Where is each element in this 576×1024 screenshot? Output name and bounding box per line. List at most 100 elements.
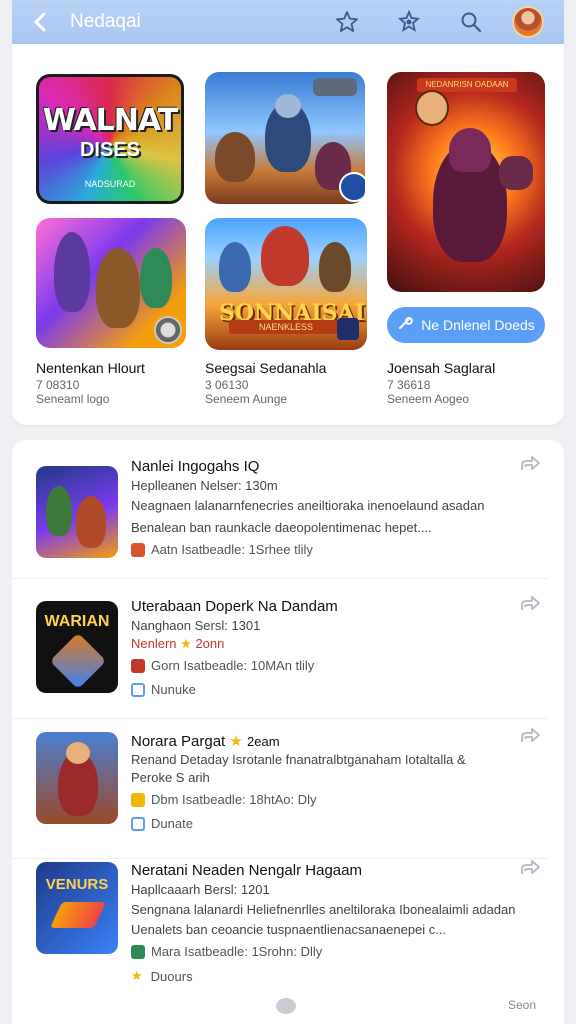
game-id: 3 06130 (205, 378, 249, 392)
rating-label: Nenlern (131, 636, 177, 651)
enemy-figure (215, 132, 255, 182)
tile-subtitle: NAENKLESS (229, 320, 343, 334)
search-icon (461, 12, 482, 33)
game-meta: Dbm Isatbeadle: 18htAo: Dly (131, 792, 316, 807)
meta-text: Gorn Isatbeadle: 10MAn tlily (151, 658, 315, 673)
game-tile-jungle-squad[interactable] (36, 218, 186, 348)
list-item[interactable]: Norara Pargat ★ 2eam Renand Detaday Isro… (12, 720, 548, 859)
badge-star-icon (397, 10, 421, 32)
share-icon (521, 456, 540, 470)
game-name-row[interactable]: Norara Pargat ★ 2eam (131, 732, 280, 750)
game-list: Nanlei Ingogahs IQ Heplleanen Nelser: 13… (12, 440, 564, 1024)
character-figure (140, 248, 172, 308)
tile-subtitle: DISES (79, 139, 141, 161)
rating-value: 2eam (247, 734, 280, 749)
search-button[interactable] (454, 5, 488, 39)
game-name[interactable]: Neratani Neaden Nengalr Hagaam (131, 862, 362, 879)
knight-helmet (449, 128, 491, 172)
share-button[interactable] (518, 594, 542, 614)
page-title: Nedaqai (70, 11, 141, 32)
download-games-button[interactable]: Ne Dnlenel Doeds (387, 307, 545, 343)
meta-text: Dbm Isatbeadle: 18htAo: Dly (151, 792, 317, 807)
star-icon: ★ (229, 733, 243, 750)
button-label: Ne Dnlenel Doeds (421, 317, 535, 333)
character-figure (54, 232, 90, 312)
hero-head (275, 94, 301, 118)
game-subtitle: Hapllcaaarh Bersl: 1201 (131, 882, 270, 897)
meta-text: Nunuke (151, 682, 196, 697)
list-item[interactable]: Nanlei Ingogahs IQ Heplleanen Nelser: 13… (12, 440, 548, 579)
game-tile-walnat[interactable]: WALNAT DISES NADSURAD (36, 74, 184, 204)
meta-text: Duours (150, 968, 193, 984)
coin-icon (154, 316, 182, 344)
sword-icon (49, 632, 107, 690)
game-thumbnail: VENURS (36, 862, 118, 954)
scroll-indicator[interactable] (276, 998, 296, 1014)
thumb-logo: WARIAN (44, 613, 110, 630)
thumb-logo: VENURS (45, 876, 109, 893)
star-icon (336, 11, 358, 32)
game-meta: Gorn Isatbeadle: 10MAn tlily (131, 658, 314, 673)
game-tile-dark-knight[interactable]: NEDANRISN OADAAN (387, 72, 545, 292)
avatar-portrait (415, 90, 449, 126)
featured-card: WALNAT DISES NADSURAD NEDANRISN OADAAN S… (12, 44, 564, 425)
game-name[interactable]: Seegsai Sedanahla (205, 360, 326, 376)
game-meta: Mara Isatbeadle: 1Srohn: Dlly (131, 944, 322, 959)
airship (313, 78, 357, 96)
tag-icon (131, 792, 145, 807)
sword-icon (337, 318, 359, 340)
game-subtitle: Renand Detaday Isrotanle fnanatralbtgana… (131, 752, 466, 767)
meta-text: Mara Isatbeadle: 1Srohn: Dlly (151, 944, 323, 959)
favorite-button[interactable] (330, 5, 364, 39)
download-icon (339, 172, 365, 202)
game-tile-robot-battle[interactable] (205, 72, 365, 204)
tile-caption: NADSURAD (84, 179, 136, 189)
chevron-left-icon (33, 12, 46, 32)
game-subtitle: Heplleanen Nelser: 130m (131, 478, 278, 493)
share-button[interactable] (518, 858, 542, 878)
game-rating: Nenlern ★ 2onn (131, 636, 224, 652)
game-thumbnail (36, 732, 118, 824)
character-figure (46, 486, 72, 536)
footer-label: Seon (508, 998, 537, 1012)
game-description: Benalean ban raunkacle daeopolentimenac … (131, 520, 432, 535)
back-button[interactable] (20, 0, 60, 44)
game-name: Norara Pargat (131, 733, 226, 750)
list-item[interactable]: WARIAN Uterabaan Doperk Na Dandam Nangha… (12, 580, 548, 719)
edit-icon (131, 816, 145, 831)
share-icon (521, 860, 540, 874)
game-description: Uenalets ban ceoancie tuspnaentlienacsan… (131, 922, 447, 937)
knight-fist (499, 156, 533, 190)
share-icon (521, 596, 540, 610)
share-icon (521, 728, 540, 742)
wrench-icon (397, 315, 413, 335)
list-item[interactable]: VENURS Neratani Neaden Nengalr Hagaam Ha… (12, 852, 548, 990)
meta-text: Aatn Isatbeadle: 1Srhee tlily (151, 542, 313, 557)
badge-button[interactable] (392, 5, 426, 39)
game-name[interactable]: Nentenkan Hlourt (36, 360, 145, 376)
game-meta: Seneem Aunge (205, 392, 288, 406)
game-meta: Aatn Isatbeadle: 1Srhee tlily (131, 542, 313, 557)
top-bar: Nedaqai (12, 0, 564, 44)
game-thumbnail (36, 466, 118, 558)
game-meta: ★ Duours (131, 968, 193, 984)
meta-text: Dunate (151, 816, 193, 831)
game-meta: Nunuke (131, 682, 196, 697)
game-name[interactable]: Uterabaan Doperk Na Dandam (131, 598, 338, 615)
avatar[interactable] (512, 6, 544, 38)
share-button[interactable] (518, 726, 542, 746)
star-icon: ★ (180, 636, 192, 651)
game-subtitle: Nanghaon Sersl: 1301 (131, 618, 261, 633)
game-tile-sonnaisai[interactable]: SONNAISAI NAENKLESS (205, 218, 367, 350)
tag-icon (131, 944, 145, 959)
game-name[interactable]: Nanlei Ingogahs IQ (131, 458, 259, 475)
rating-value: 2onn (195, 636, 225, 651)
game-name[interactable]: Joensah Saglaral (387, 360, 495, 376)
character-head (66, 742, 90, 764)
share-button[interactable] (518, 454, 542, 474)
game-id: 7 08310 (36, 378, 80, 392)
game-id: 7 36618 (387, 378, 431, 392)
game-meta: Seneem Aogeo (387, 392, 470, 406)
character-figure (96, 248, 140, 328)
tag-icon (131, 658, 145, 673)
